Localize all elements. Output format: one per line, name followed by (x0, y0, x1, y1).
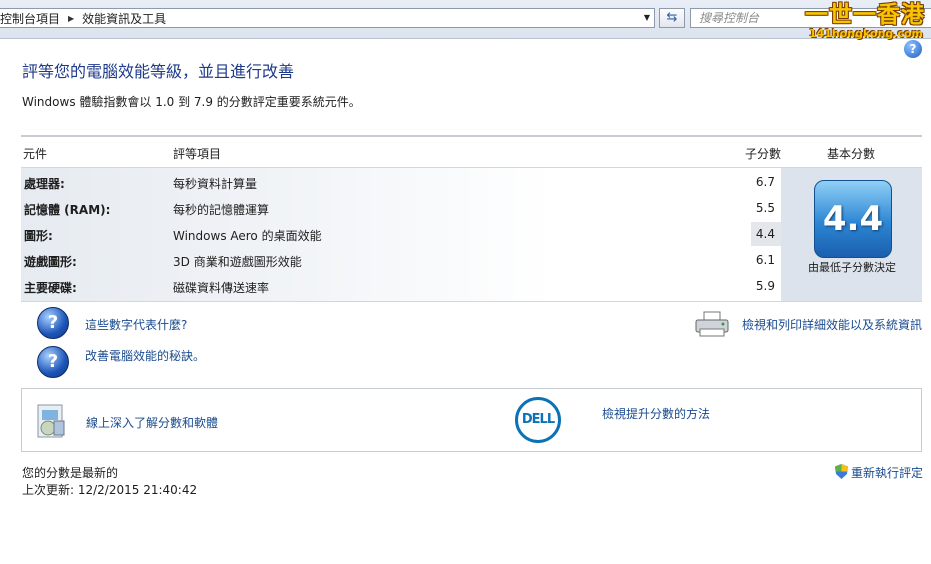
watermark-logo: 一世一香港 141hongkong.com (804, 2, 931, 42)
watermark-site: 141hongkong.com (808, 27, 923, 40)
improve-score-link[interactable]: 檢視提升分數的方法 (602, 405, 710, 422)
address-toolbar: 控制台項目 ▶ 效能資訊及工具 ▼ ⇆ 搜尋控制台 一世一香港 141hongk… (0, 0, 931, 42)
breadcrumb-performance-tools[interactable]: 效能資訊及工具 (82, 10, 166, 27)
address-bar[interactable]: 控制台項目 ▶ 效能資訊及工具 ▼ (0, 8, 655, 28)
component-name: 記憶體 (RAM): (24, 203, 111, 217)
help-button[interactable]: ? (904, 40, 922, 58)
rated-item: 每秒的記憶體運算 (173, 203, 270, 217)
component-name: 主要硬碟: (24, 281, 77, 295)
address-dropdown-icon[interactable]: ▼ (644, 13, 650, 22)
watermark-title: 一世一香港 (805, 1, 925, 28)
question-icon: ? (37, 346, 69, 378)
print-details-link[interactable]: 檢視和列印詳細效能以及系統資訊 (742, 316, 922, 333)
last-update: 上次更新: 12/2/2015 21:40:42 (22, 483, 198, 497)
dell-logo: DELL (515, 397, 561, 443)
base-score-badge: 4.4 (814, 180, 892, 258)
page-title: 評等您的電腦效能等級，並且進行改善 (22, 62, 295, 81)
what-numbers-mean-link[interactable]: 這些數字代表什麼? (85, 316, 187, 333)
rated-item: 磁碟資料傳送速率 (173, 281, 270, 295)
component-name: 處理器: (24, 177, 65, 191)
page-description: Windows 體驗指數會以 1.0 到 7.9 的分數評定重要系統元件。 (22, 95, 361, 109)
learn-online-link[interactable]: 線上深入了解分數和軟體 (86, 414, 218, 431)
rated-item: Windows Aero 的桌面效能 (173, 229, 322, 243)
breadcrumb-control-panel-items[interactable]: 控制台項目 (0, 10, 60, 27)
rated-item: 每秒資料計算量 (173, 177, 258, 191)
table-row: 處理器: 每秒資料計算量 6.7 (21, 169, 781, 195)
table-row: 主要硬碟: 磁碟資料傳送速率 5.9 (21, 273, 781, 299)
rated-item: 3D 商業和遊戲圖形效能 (173, 255, 302, 269)
breadcrumb-separator-icon[interactable]: ▶ (68, 14, 74, 23)
printer-icon (695, 311, 729, 337)
improve-tips-link[interactable]: 改善電腦效能的秘訣。 (85, 347, 205, 364)
table-row: 圖形: Windows Aero 的桌面效能 4.4 (21, 221, 781, 247)
table-row: 記憶體 (RAM): 每秒的記憶體運算 5.5 (21, 195, 781, 221)
score-status: 您的分數是最新的 (22, 466, 119, 480)
component-name: 遊戲圖形: (24, 255, 77, 269)
subscore: 6.1 (755, 253, 775, 267)
software-doc-icon (37, 404, 65, 438)
header-base-score: 基本分數 (827, 147, 876, 161)
score-table: 元件 評等項目 子分數 基本分數 處理器: 每秒資料計算量 6.7 記憶體 (R… (21, 135, 922, 302)
table-row: 遊戲圖形: 3D 商業和遊戲圖形效能 6.1 (21, 247, 781, 273)
header-rated-item: 評等項目 (173, 147, 222, 161)
table-header: 元件 評等項目 子分數 基本分數 (21, 137, 922, 168)
refresh-button[interactable]: ⇆ (659, 8, 685, 28)
subscore-lowest: 4.4 (751, 222, 781, 246)
header-component: 元件 (23, 147, 48, 161)
subscore: 6.7 (755, 175, 775, 189)
subscore: 5.9 (755, 279, 775, 293)
rerun-assessment-link[interactable]: 重新執行評定 (851, 464, 923, 481)
subscore: 5.5 (755, 201, 775, 215)
base-score-caption: 由最低子分數決定 (808, 261, 896, 274)
question-icon: ? (37, 307, 69, 339)
header-subscore: 子分數 (745, 147, 782, 161)
component-name: 圖形: (24, 229, 53, 243)
online-resources-panel: 線上深入了解分數和軟體 DELL 檢視提升分數的方法 (21, 388, 922, 452)
uac-shield-icon (835, 464, 848, 479)
